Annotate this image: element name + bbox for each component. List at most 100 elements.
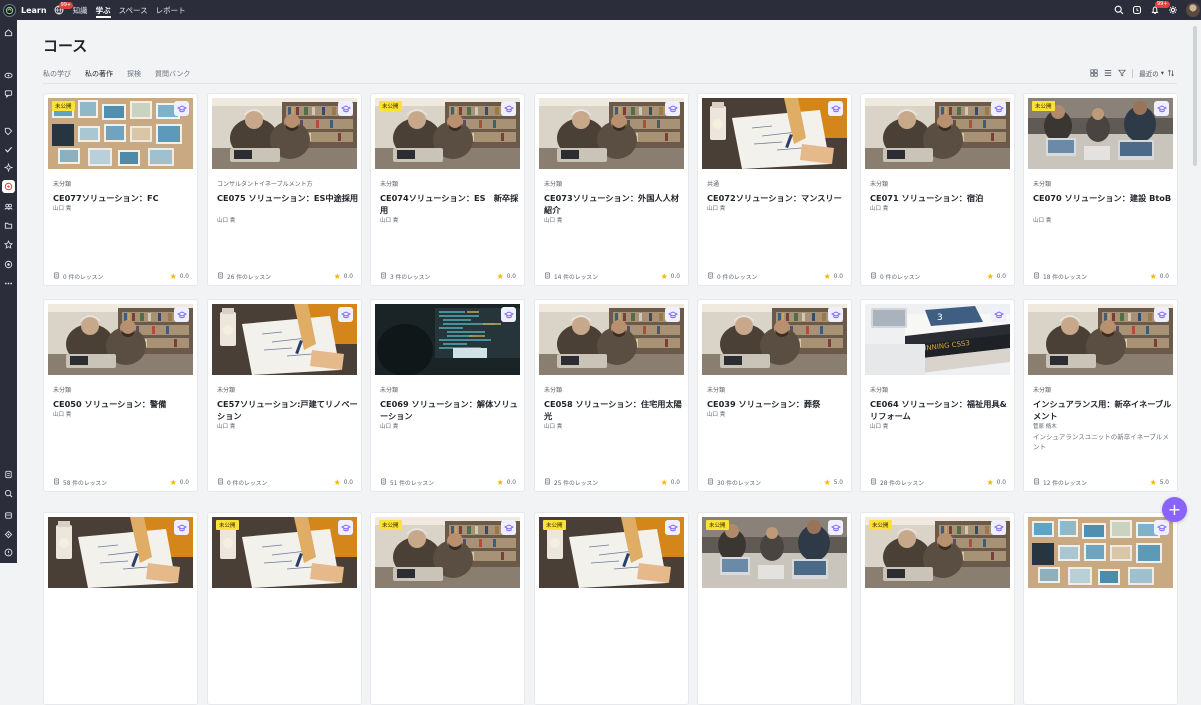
- graduation-cap-icon[interactable]: [665, 520, 680, 535]
- globe-icon[interactable]: 99+: [54, 1, 74, 16]
- course-card[interactable]: 未分類 CE050 ソリューション：警備 山口 貴 58 件のレッスン ★ 0.0: [43, 299, 198, 492]
- graduation-cap-icon[interactable]: [174, 520, 189, 535]
- graduation-cap-icon[interactable]: [501, 520, 516, 535]
- course-title[interactable]: CE058 ソリューション：住宅用太陽光: [544, 398, 686, 422]
- course-card[interactable]: 未公開 未分類 CE077ソリューション：FC 山口 貴 0 件のレッスン ★ 0.0: [43, 93, 198, 286]
- graduation-cap-icon[interactable]: [1154, 101, 1169, 116]
- course-title[interactable]: CE050 ソリューション：警備: [53, 398, 195, 410]
- group-icon[interactable]: [3, 201, 14, 212]
- graduation-cap-icon[interactable]: [665, 101, 680, 116]
- settings-icon[interactable]: [3, 529, 14, 540]
- course-card[interactable]: 未公開 未分類 CE070 ソリューション：建設 BtoB 山口 貴 18 件のレッスン…: [1023, 93, 1178, 286]
- doc-icon[interactable]: [3, 469, 14, 480]
- scrollbar[interactable]: [1193, 26, 1197, 166]
- learn-icon[interactable]: [2, 180, 15, 193]
- nav-space[interactable]: スペース: [119, 0, 148, 20]
- user-avatar[interactable]: [1186, 3, 1200, 17]
- course-card[interactable]: 未分類 CE039 ソリューション：葬祭 山口 貴 30 件のレッスン ★ 5.0: [697, 299, 852, 492]
- course-card[interactable]: 未公開: [697, 512, 852, 705]
- course-thumbnail: 未公開: [48, 98, 193, 169]
- eye-icon[interactable]: [3, 70, 14, 81]
- graduation-cap-icon[interactable]: [665, 307, 680, 322]
- course-title[interactable]: CE064 ソリューション：福祉用具&リフォーム: [870, 398, 1012, 422]
- tab-my-authoring[interactable]: 私の著作: [85, 69, 113, 84]
- search-icon[interactable]: [1110, 0, 1128, 20]
- filter-icon[interactable]: [1118, 69, 1127, 77]
- course-card[interactable]: 未公開: [370, 512, 525, 705]
- course-card[interactable]: 未公開: [860, 512, 1015, 705]
- graduation-cap-icon[interactable]: [338, 520, 353, 535]
- sparkle-icon[interactable]: [3, 162, 14, 173]
- course-title[interactable]: CE075 ソリューション：ES中途採用: [217, 192, 359, 204]
- sort-dropdown[interactable]: 最近の: [1139, 68, 1159, 78]
- course-title[interactable]: CE073ソリューション：外国人人材紹介: [544, 192, 686, 216]
- course-title[interactable]: CE074ソリューション：ES 新卒採用: [380, 192, 522, 216]
- search-plus-icon[interactable]: [3, 488, 14, 499]
- course-card[interactable]: 未分類 CE57ソリューション:戸建てリノベーション 山口 貴 0 件のレッスン ★ 0.…: [207, 299, 362, 492]
- add-course-button[interactable]: +: [1162, 497, 1187, 522]
- bell-icon[interactable]: 99+: [1146, 0, 1170, 20]
- course-title[interactable]: CE069 ソリューション：解体ソリューション: [380, 398, 522, 422]
- graduation-cap-icon[interactable]: [501, 101, 516, 116]
- graduation-cap-icon[interactable]: [991, 520, 1006, 535]
- graduation-cap-icon[interactable]: [1154, 307, 1169, 322]
- course-card[interactable]: 未公開 未分類 CE074ソリューション：ES 新卒採用 山口 貴 3 件のレッスン ★ 0…: [370, 93, 525, 286]
- course-card[interactable]: 未分類 CE069 ソリューション：解体ソリューション 山口 貴 51 件のレッスン ★…: [370, 299, 525, 492]
- tab-explore[interactable]: 探検: [127, 69, 141, 84]
- course-title[interactable]: CE071 ソリューション：宿泊: [870, 192, 1012, 204]
- more-icon[interactable]: [3, 278, 14, 289]
- course-card[interactable]: 未分類 CE071 ソリューション：宿泊 山口 貴 0 件のレッスン ★ 0.0: [860, 93, 1015, 286]
- nav-learn[interactable]: 学ぶ: [95, 0, 111, 20]
- clock-icon[interactable]: [1128, 0, 1146, 20]
- app-logo[interactable]: [3, 3, 16, 17]
- chevron-down-icon[interactable]: ▾: [1161, 69, 1164, 77]
- course-title[interactable]: CE039 ソリューション：葬祭: [707, 398, 849, 410]
- course-title[interactable]: CE57ソリューション:戸建てリノベーション: [217, 398, 359, 422]
- graduation-cap-icon[interactable]: [338, 307, 353, 322]
- graduation-cap-icon[interactable]: [991, 307, 1006, 322]
- list-view-icon[interactable]: [1104, 69, 1112, 77]
- course-title[interactable]: CE077ソリューション：FC: [53, 192, 195, 204]
- sort-order-icon[interactable]: [1167, 69, 1175, 77]
- app-brand[interactable]: Learn: [21, 6, 47, 15]
- graduation-cap-icon[interactable]: [828, 520, 843, 535]
- graduation-cap-icon[interactable]: [174, 101, 189, 116]
- graduation-cap-icon[interactable]: [501, 307, 516, 322]
- course-title[interactable]: CE070 ソリューション：建設 BtoB: [1033, 192, 1175, 204]
- course-card[interactable]: 共通 CE072ソリューション：マンスリー 山口 貴 0 件のレッスン ★ 0.0: [697, 93, 852, 286]
- grid-view-icon[interactable]: [1090, 69, 1098, 77]
- folder-icon[interactable]: [3, 220, 14, 231]
- tag-icon[interactable]: [3, 126, 14, 137]
- nav-report[interactable]: レポート: [156, 0, 186, 20]
- home-icon[interactable]: [3, 27, 14, 38]
- course-card[interactable]: 未公開: [207, 512, 362, 705]
- star-icon[interactable]: [3, 239, 14, 250]
- target-icon[interactable]: [3, 259, 14, 270]
- graduation-cap-icon[interactable]: [1154, 520, 1169, 535]
- nav-knowledge[interactable]: 知識: [73, 0, 88, 20]
- star-icon: ★: [333, 478, 341, 487]
- course-card[interactable]: STUNNING CSS3 3 未分類 CE064 ソリューション：福祉用具&リフォー…: [860, 299, 1015, 492]
- course-card[interactable]: 未分類 インシュアランス用：新卒イネーブルメント 菅原 脩木 インシュアランスユニット…: [1023, 299, 1178, 492]
- course-card[interactable]: 未分類 CE073ソリューション：外国人人材紹介 山口 貴 14 件のレッスン ★ 0.0: [534, 93, 689, 286]
- gear-icon[interactable]: [1164, 0, 1182, 20]
- check-icon[interactable]: [3, 144, 14, 155]
- course-card[interactable]: 未公開: [534, 512, 689, 705]
- course-card[interactable]: [43, 512, 198, 705]
- course-card[interactable]: コンサルタントイネーブルメント方 CE075 ソリューション：ES中途採用 山口 貴…: [207, 93, 362, 286]
- help-icon[interactable]: [3, 547, 14, 558]
- graduation-cap-icon[interactable]: [174, 307, 189, 322]
- course-rating: 0.0: [179, 273, 189, 280]
- course-card[interactable]: 未分類 CE058 ソリューション：住宅用太陽光 山口 貴 25 件のレッスン ★ 0.0: [534, 299, 689, 492]
- course-title[interactable]: インシュアランス用：新卒イネーブルメント: [1033, 398, 1175, 422]
- graduation-cap-icon[interactable]: [828, 307, 843, 322]
- box-icon[interactable]: [3, 510, 14, 521]
- chat-icon[interactable]: [3, 88, 14, 99]
- graduation-cap-icon[interactable]: [991, 101, 1006, 116]
- tab-question-bank[interactable]: 質問バンク: [155, 69, 190, 84]
- course-title[interactable]: CE072ソリューション：マンスリー: [707, 192, 849, 204]
- course-card[interactable]: [1023, 512, 1178, 705]
- tab-my-learning[interactable]: 私の学び: [43, 69, 71, 84]
- graduation-cap-icon[interactable]: [828, 101, 843, 116]
- graduation-cap-icon[interactable]: [338, 101, 353, 116]
